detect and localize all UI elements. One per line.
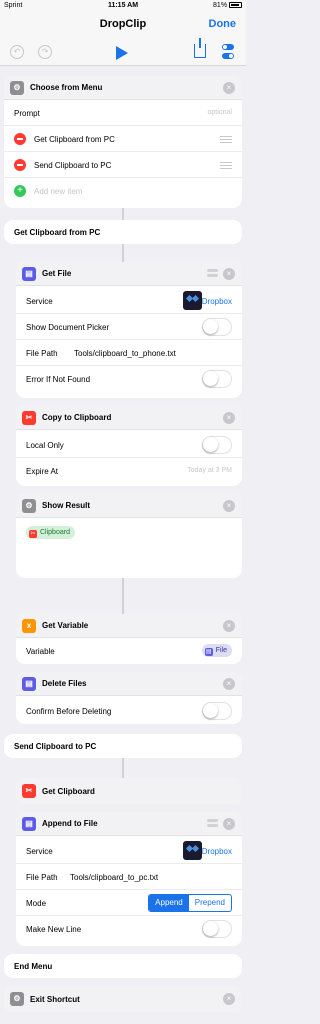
close-icon[interactable]: × [223,678,235,690]
delete-files-card: ▤ Delete Files × Confirm Before Deleting [16,672,242,724]
config-icon[interactable] [207,269,218,279]
confirm-delete-row: Confirm Before Deleting [16,698,242,724]
file-path-input[interactable]: Tools/clipboard_to_phone.txt [74,349,176,358]
mode-append[interactable]: Append [149,895,189,911]
choose-from-menu-card: ⚙ Choose from Menu × Prompt optional Get… [4,76,242,208]
get-file-card: ▤ Get File × Service Dropbox Show Docume… [16,262,242,398]
mode-prepend[interactable]: Prepend [189,895,231,911]
error-toggle[interactable] [202,370,232,388]
local-only-toggle[interactable] [202,436,232,454]
service-row[interactable]: Service Dropbox [16,838,242,864]
add-item-row[interactable]: + Add new item [4,178,242,204]
scissors-icon: ✂ [22,784,36,798]
remove-icon[interactable] [14,159,26,171]
show-picker-toggle[interactable] [202,318,232,336]
file-path-row[interactable]: File Path Tools/clipboard_to_phone.txt [16,340,242,366]
remove-icon[interactable] [14,133,26,145]
undo-icon[interactable]: ↶ [10,45,24,59]
get-clipboard-card: ✂ Get Clipboard [16,778,242,804]
add-icon[interactable]: + [14,185,26,197]
scissors-icon: ✂ [29,530,37,538]
new-line-row: Make New Line [16,916,242,942]
file-icon: ▤ [22,817,36,831]
dropbox-icon [183,841,202,860]
close-icon[interactable]: × [223,412,235,424]
scissors-icon: ✂ [22,411,36,425]
menu-case-send-clipboard: Send Clipboard to PC [4,734,242,758]
gear-icon: ⚙ [22,499,36,513]
battery-status: 81% [213,2,242,9]
mode-row: Mode Append Prepend [16,890,242,916]
done-button[interactable]: Done [209,18,237,30]
expire-row[interactable]: Expire At Today at 3 PM [16,458,242,484]
file-path-input[interactable]: Tools/clipboard_to_pc.txt [70,873,158,882]
clock: 11:15 AM [107,2,139,9]
mode-segmented-control[interactable]: Append Prepend [148,894,232,912]
service-row[interactable]: Service Dropbox [16,288,242,314]
new-line-toggle[interactable] [202,920,232,938]
file-variable-token[interactable]: ▤ File [201,644,232,657]
prompt-input[interactable]: optional [207,109,232,116]
file-path-row[interactable]: File Path Tools/clipboard_to_pc.txt [16,864,242,890]
close-icon[interactable]: × [223,82,235,94]
file-icon: ▤ [22,267,36,281]
file-icon: ▤ [204,648,213,656]
menu-item[interactable]: Send Clipboard to PC [4,152,242,178]
share-icon[interactable] [194,38,206,58]
close-icon[interactable]: × [223,993,235,1005]
battery-icon [229,2,242,9]
status-bar: Sprint 11:15 AM 81% [0,0,246,12]
get-variable-card: x Get Variable × Variable ▤ File [16,614,242,664]
play-icon[interactable] [116,46,128,60]
expire-input[interactable]: Today at 3 PM [187,467,232,474]
gear-icon: ⚙ [10,992,24,1006]
error-not-found-row: Error If Not Found [16,366,242,392]
close-icon[interactable]: × [223,268,235,280]
gear-icon: ⚙ [10,81,24,95]
end-menu: End Menu [4,954,242,978]
variable-row[interactable]: Variable ▤ File [16,638,242,664]
settings-toggles-icon[interactable] [222,44,234,60]
config-icon[interactable] [207,819,218,829]
menu-case-get-clipboard: Get Clipboard from PC [4,220,242,244]
exit-shortcut-card: ⚙ Exit Shortcut × [4,986,242,1012]
menu-item[interactable]: Get Clipboard from PC [4,126,242,152]
copy-to-clipboard-card: ✂ Copy to Clipboard × Local Only Expire … [16,406,242,486]
variable-icon: x [22,619,36,633]
local-only-row: Local Only [16,432,242,458]
dropbox-icon [183,291,202,310]
show-picker-row: Show Document Picker [16,314,242,340]
file-icon: ▤ [22,677,36,691]
prompt-row[interactable]: Prompt optional [4,100,242,126]
close-icon[interactable]: × [223,620,235,632]
drag-handle-icon[interactable] [220,162,232,171]
close-icon[interactable]: × [223,818,235,830]
clipboard-variable-token[interactable]: ✂ Clipboard [26,526,75,539]
redo-icon[interactable]: ↷ [38,45,52,59]
card-title: Choose from Menu [30,83,103,92]
close-icon[interactable]: × [223,500,235,512]
append-to-file-card: ▤ Append to File × Service Dropbox File … [16,812,242,946]
confirm-delete-toggle[interactable] [202,702,232,720]
nav-bar: DropClip Done ↶ ↷ [0,12,246,66]
drag-handle-icon[interactable] [220,136,232,145]
show-result-card: ⚙ Show Result × ✂ Clipboard [16,494,242,578]
